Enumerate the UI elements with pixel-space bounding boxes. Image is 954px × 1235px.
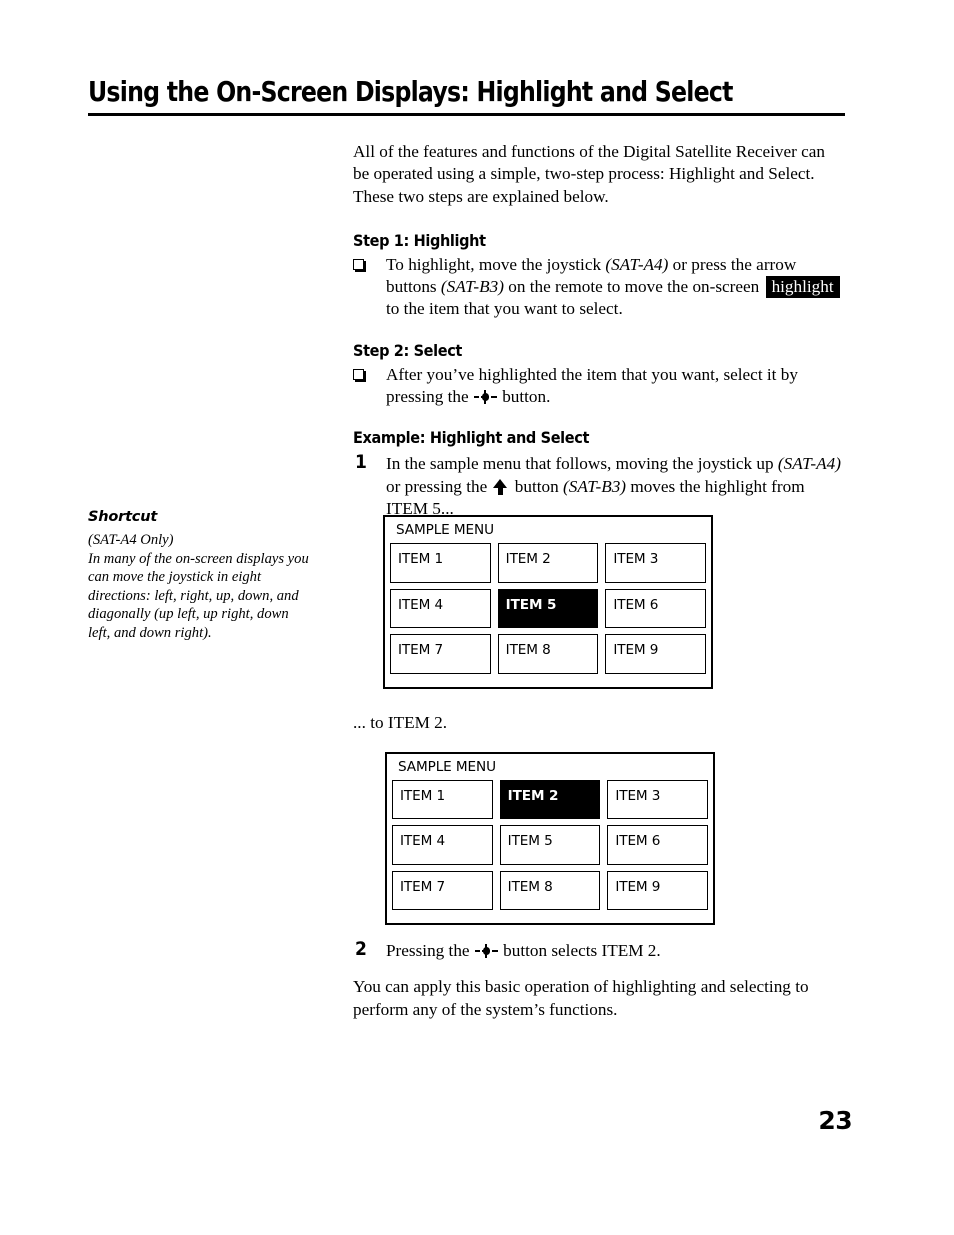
menu-cell[interactable]: ITEM 2 bbox=[497, 543, 599, 583]
menu-cell[interactable]: ITEM 8 bbox=[499, 870, 601, 910]
example-heading: Example: Highlight and Select bbox=[353, 429, 590, 448]
step-1-text-part1: To highlight, move the joystick bbox=[386, 254, 606, 274]
menu-cell[interactable]: ITEM 1 bbox=[390, 543, 491, 583]
menu-cell[interactable]: ITEM 4 bbox=[392, 825, 493, 865]
square-bullet-icon bbox=[353, 368, 364, 380]
example-step-2-part2: button selects ITEM 2. bbox=[498, 941, 661, 960]
menu-cell[interactable]: ITEM 7 bbox=[392, 870, 493, 910]
closing-paragraph: You can apply this basic operation of hi… bbox=[353, 977, 809, 1019]
page-title: Using the On-Screen Displays: Highlight … bbox=[88, 76, 733, 108]
menu-cell[interactable]: ITEM 3 bbox=[607, 780, 708, 820]
step-1-bullet: To highlight, move the joystick (SAT-A4)… bbox=[353, 254, 845, 321]
step-1-ref-sat-b3: (SAT-B3) bbox=[440, 277, 504, 297]
menu-cell[interactable]: ITEM 9 bbox=[605, 634, 706, 674]
sample-menu-1-grid: ITEM 1 ITEM 2 ITEM 3 ITEM 4 ITEM 5 ITEM … bbox=[390, 543, 706, 674]
example-step-1-ref-sat-b3: (SAT-B3) bbox=[563, 476, 627, 496]
example-conclusion: 2 Pressing the button selects ITEM 2. Yo… bbox=[353, 938, 845, 1021]
example-step-1-part2: or pressing the bbox=[386, 476, 492, 496]
shortcut-body-text: In many of the on-screen displays you ca… bbox=[88, 550, 309, 641]
sample-menu-1-title: SAMPLE MENU bbox=[396, 522, 494, 538]
example-step-1-part1: In the sample menu that follows, moving … bbox=[386, 454, 778, 474]
menu-cell[interactable]: ITEM 6 bbox=[605, 588, 706, 629]
example-step-1-part3: button bbox=[510, 476, 564, 496]
example-step-2: 2 Pressing the button selects ITEM 2. bbox=[353, 938, 845, 962]
title-divider bbox=[88, 113, 845, 116]
step-1-ref-sat-a4: (SAT-A4) bbox=[605, 254, 669, 274]
shortcut-subtitle: (SAT-A4 Only) bbox=[88, 532, 174, 548]
menu-cell[interactable]: ITEM 7 bbox=[390, 634, 491, 674]
sample-menu-1: SAMPLE MENU ITEM 1 ITEM 2 ITEM 3 ITEM 4 … bbox=[383, 515, 713, 689]
menu-cell[interactable]: ITEM 5 bbox=[499, 825, 601, 865]
menu-cell[interactable]: ITEM 8 bbox=[497, 634, 599, 674]
between-menus-caption: ... to ITEM 2. bbox=[353, 713, 448, 732]
menu-cell[interactable]: ITEM 4 bbox=[390, 588, 491, 629]
select-button-icon bbox=[474, 944, 498, 958]
page-number: 23 bbox=[818, 1106, 852, 1135]
inline-highlight-chip: highlight bbox=[765, 276, 840, 299]
step-1-text-part3: on the remote to move the on-screen bbox=[503, 277, 764, 297]
menu-cell[interactable]: ITEM 6 bbox=[607, 825, 708, 865]
step-1-heading: Step 1: Highlight bbox=[353, 231, 486, 250]
step-2-text-part1: After you’ve highlighted the item that y… bbox=[386, 364, 798, 407]
shortcut-sidebar: Shortcut (SAT-A4 Only) In many of the on… bbox=[88, 509, 313, 643]
example-step-2-part1: Pressing the bbox=[386, 941, 474, 960]
example-step-1-ref-sat-a4: (SAT-A4) bbox=[777, 454, 841, 474]
square-bullet-icon bbox=[353, 258, 364, 270]
step-2-heading: Step 2: Select bbox=[353, 341, 462, 360]
example-step-1: 1 In the sample menu that follows, movin… bbox=[353, 451, 845, 520]
example-step-2-number: 2 bbox=[355, 938, 367, 960]
main-content-column: All of the features and functions of the… bbox=[353, 141, 845, 520]
step-2-bullet: After you’ve highlighted the item that y… bbox=[353, 364, 845, 409]
sample-menu-2-title: SAMPLE MENU bbox=[398, 759, 496, 775]
menu-cell-selected[interactable]: ITEM 5 bbox=[497, 588, 599, 629]
shortcut-title: Shortcut bbox=[88, 509, 158, 525]
step-2-text-part2: button. bbox=[497, 387, 551, 407]
step-1-text-part4: to the item that you want to select. bbox=[386, 299, 623, 319]
sample-menu-2-grid: ITEM 1 ITEM 2 ITEM 3 ITEM 4 ITEM 5 ITEM … bbox=[392, 780, 708, 910]
menu-cell[interactable]: ITEM 1 bbox=[392, 780, 493, 820]
menu-cell[interactable]: ITEM 9 bbox=[607, 870, 708, 910]
up-arrow-icon bbox=[492, 478, 508, 495]
example-step-1-number: 1 bbox=[355, 451, 367, 474]
menu-cell[interactable]: ITEM 3 bbox=[605, 543, 706, 583]
sample-menu-2: SAMPLE MENU ITEM 1 ITEM 2 ITEM 3 ITEM 4 … bbox=[385, 752, 715, 925]
intro-paragraph: All of the features and functions of the… bbox=[353, 142, 826, 206]
menu-cell-selected[interactable]: ITEM 2 bbox=[499, 780, 601, 820]
select-button-icon bbox=[473, 390, 497, 405]
